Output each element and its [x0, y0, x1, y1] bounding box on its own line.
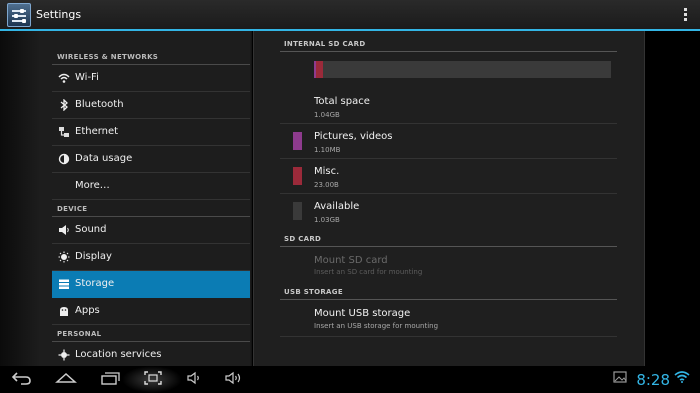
header-device: DEVICE [57, 205, 88, 213]
gallery-notification-icon[interactable] [612, 370, 628, 389]
total-space-title: Total space [314, 96, 370, 107]
sidebar-item-ethernet[interactable]: Ethernet [52, 119, 250, 146]
sidebar-item-location-services[interactable]: Location services [52, 342, 250, 366]
header-wireless-networks: WIRELESS & NETWORKS [57, 53, 159, 61]
sidebar-item-display[interactable]: Display [52, 244, 250, 271]
apps-icon [58, 305, 70, 317]
misc-title: Misc. [314, 166, 340, 177]
sidebar-item-label: Ethernet [75, 126, 119, 137]
location-icon [58, 349, 70, 361]
ethernet-icon [58, 126, 70, 138]
overflow-menu-icon[interactable] [684, 8, 688, 24]
available-value: 1.03GB [314, 216, 340, 224]
total-space-row: Total space 1.04GB [280, 89, 617, 124]
sidebar-item-label: Apps [75, 305, 100, 316]
action-bar: Settings [0, 0, 700, 31]
available-row: Available 1.03GB [280, 194, 617, 229]
app-title: Settings [36, 8, 82, 21]
screenshot-icon[interactable] [142, 370, 164, 389]
sidebar-item-data-usage[interactable]: Data usage [52, 146, 250, 173]
sidebar-item-label: Bluetooth [75, 99, 124, 110]
sidebar-item-label: More… [75, 180, 110, 191]
section-header-internal-sd: INTERNAL SD CARD [284, 40, 366, 48]
mount-sd-title: Mount SD card [314, 255, 388, 266]
sidebar-item-label: Display [75, 251, 112, 262]
pictures-title: Pictures, videos [314, 131, 393, 142]
usage-segment-misc [316, 61, 323, 78]
mount-usb-title: Mount USB storage [314, 308, 411, 319]
misc-row[interactable]: Misc. 23.00B [280, 159, 617, 194]
data-usage-icon [58, 153, 70, 165]
sidebar-item-wifi[interactable]: Wi-Fi [52, 65, 250, 92]
mount-usb-storage-row[interactable]: Mount USB storage Insert an USB storage … [280, 301, 617, 337]
recent-apps-icon[interactable] [98, 370, 122, 389]
mount-sd-summary: Insert an SD card for mounting [314, 268, 423, 276]
misc-value: 23.00B [314, 181, 339, 189]
total-space-value: 1.04GB [314, 111, 340, 119]
misc-color-swatch [293, 167, 302, 185]
settings-app-icon[interactable] [7, 3, 31, 27]
section-header-usb-storage: USB STORAGE [284, 288, 343, 296]
sidebar-item-storage[interactable]: Storage [52, 271, 250, 298]
volume-down-icon[interactable] [184, 370, 206, 389]
status-clock[interactable]: 8:28 [636, 371, 670, 389]
navigation-bar: 8:28 [0, 366, 700, 393]
wifi-status-icon[interactable] [673, 370, 691, 389]
storage-usage-bar [314, 61, 611, 78]
sidebar-item-label: Sound [75, 224, 107, 235]
sidebar-item-more[interactable]: More… [52, 173, 250, 200]
available-title: Available [314, 201, 360, 212]
sidebar-item-sound[interactable]: Sound [52, 217, 250, 244]
header-personal: PERSONAL [57, 330, 102, 338]
pictures-videos-row[interactable]: Pictures, videos 1.10MB [280, 124, 617, 159]
back-icon[interactable] [10, 370, 34, 389]
section-header-sd-card: SD CARD [284, 235, 322, 243]
mount-usb-summary: Insert an USB storage for mounting [314, 322, 439, 330]
divider [280, 299, 617, 300]
bluetooth-icon [58, 98, 70, 112]
sidebar-item-bluetooth[interactable]: Bluetooth [52, 92, 250, 119]
sidebar-item-label: Data usage [75, 153, 133, 164]
pictures-color-swatch [293, 132, 302, 150]
volume-up-icon[interactable] [222, 370, 246, 389]
storage-icon [58, 278, 70, 290]
wifi-icon [58, 72, 70, 84]
home-icon[interactable] [54, 370, 78, 389]
sound-icon [58, 224, 70, 236]
sidebar-item-label: Storage [75, 278, 115, 289]
display-icon [58, 251, 70, 263]
divider [280, 51, 617, 52]
sidebar-item-apps[interactable]: Apps [52, 298, 250, 325]
sidebar-item-label: Location services [75, 349, 162, 360]
divider [280, 246, 617, 247]
available-color-swatch [293, 202, 302, 220]
pictures-value: 1.10MB [314, 146, 341, 154]
sidebar-item-label: Wi-Fi [75, 72, 99, 83]
mount-sd-card-row[interactable]: Mount SD card Insert an SD card for moun… [280, 248, 617, 282]
